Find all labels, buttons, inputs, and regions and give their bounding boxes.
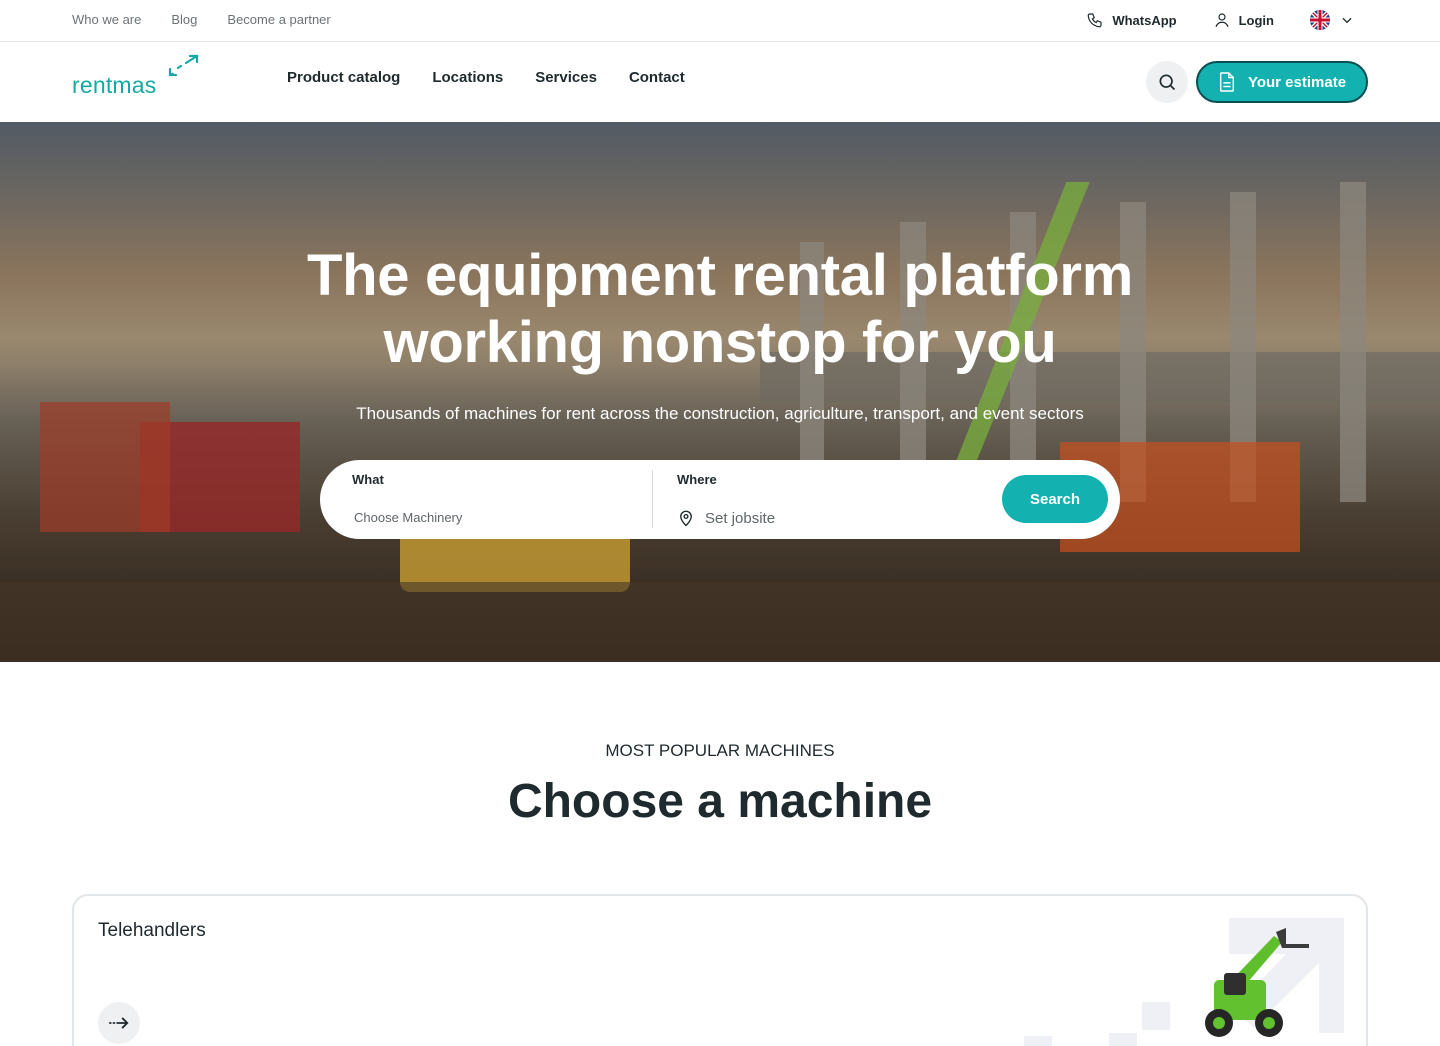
nav-locations[interactable]: Locations: [432, 69, 503, 86]
location-pin-icon: [680, 510, 692, 527]
search-button[interactable]: Search: [1002, 475, 1108, 523]
where-label: Where: [677, 472, 717, 487]
login-label: Login: [1238, 12, 1274, 28]
section-title: Choose a machine: [507, 775, 933, 828]
field-divider: [652, 470, 653, 528]
nav-services[interactable]: Services: [535, 69, 597, 86]
link-become-partner[interactable]: Become a partner: [227, 12, 330, 27]
rentmas-logo[interactable]: rentmas: [72, 54, 202, 100]
search-icon: [1159, 74, 1176, 91]
hero-title-line-2: working nonstop for you: [383, 310, 1057, 375]
card-arrow-button[interactable]: [98, 1002, 140, 1044]
top-utility-bar: Who we are Blog Become a partner WhatsAp…: [0, 0, 1440, 42]
nav-product-catalog[interactable]: Product catalog: [287, 69, 400, 86]
your-estimate-button[interactable]: Your estimate: [1196, 61, 1368, 103]
header-search-button[interactable]: [1146, 61, 1188, 103]
top-right-utilities: WhatsApp Login: [1086, 10, 1354, 30]
what-label: What: [352, 472, 384, 487]
hero-title-line-1: The equipment rental platform: [307, 243, 1133, 308]
choose-machinery-input[interactable]: Choose Machinery: [354, 510, 462, 525]
link-blog[interactable]: Blog: [171, 12, 197, 27]
telehandler-illustration: [1024, 918, 1344, 1046]
document-icon: [1219, 72, 1234, 92]
top-links: Who we are Blog Become a partner: [72, 12, 331, 27]
chevron-down-icon: [1342, 17, 1352, 24]
where-field[interactable]: Where Set jobsite: [677, 472, 997, 528]
whatsapp-label: WhatsApp: [1112, 12, 1177, 28]
uk-flag-icon: [1310, 10, 1330, 30]
machine-search-form: What Choose Machinery Where Set jobsite …: [320, 460, 1120, 539]
nav-contact[interactable]: Contact: [629, 69, 685, 86]
main-nav: Product catalog Locations Services Conta…: [287, 69, 685, 86]
section-eyebrow: MOST POPULAR MACHINES: [605, 741, 835, 760]
language-selector[interactable]: [1310, 10, 1354, 30]
user-icon: [1215, 13, 1229, 27]
hero-banner: The equipment rental platform working no…: [0, 122, 1440, 662]
what-field[interactable]: What Choose Machinery: [352, 472, 650, 528]
estimate-label: Your estimate: [1247, 73, 1347, 91]
hero-title: The equipment rental platform working no…: [0, 242, 1440, 376]
card-title: Telehandlers: [98, 920, 206, 941]
login-link[interactable]: Login: [1213, 11, 1274, 29]
arrow-right-icon: [108, 1017, 129, 1029]
link-who-we-are[interactable]: Who we are: [72, 12, 141, 27]
whatsapp-link[interactable]: WhatsApp: [1086, 11, 1177, 29]
logo-text: rentmas: [72, 72, 157, 98]
expand-arrows-icon: [168, 54, 199, 77]
main-header: rentmas Product catalog Locations Servic…: [0, 42, 1440, 122]
phone-icon: [1087, 13, 1102, 28]
set-jobsite-input[interactable]: Set jobsite: [705, 510, 775, 527]
machine-card-telehandlers[interactable]: Telehandlers: [72, 894, 1368, 1046]
hero-subtitle: Thousands of machines for rent across th…: [356, 404, 1084, 423]
